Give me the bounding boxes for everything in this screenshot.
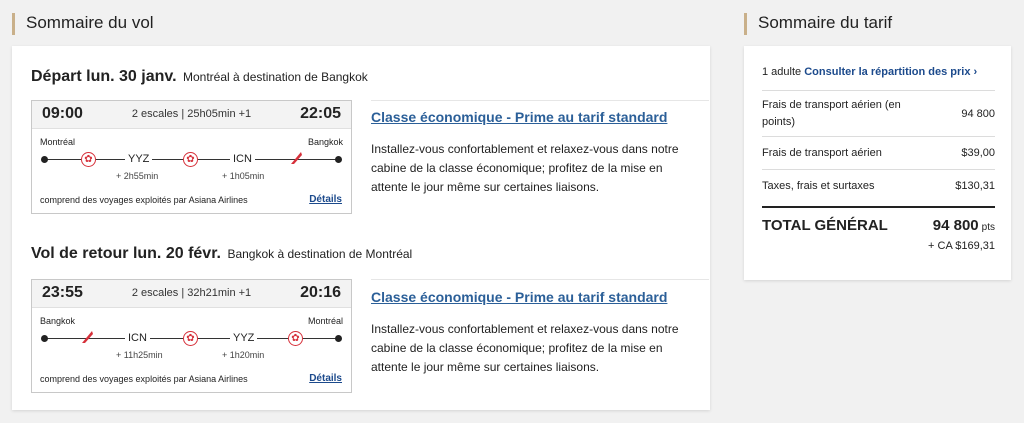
outbound-title: Départ lun. 30 janv. Montréal à destinat… — [31, 68, 368, 86]
stop-code: YYZ — [125, 153, 153, 165]
grand-total-cash: + CA $169,31 — [928, 240, 995, 252]
fare-line-label: Frais de transport aérien (en points) — [762, 99, 901, 128]
outbound-date: Départ lun. 30 janv. — [31, 68, 177, 85]
flight-summary-card: Départ lun. 30 janv. Montréal à destinat… — [12, 46, 710, 410]
return-leg: Vol de retour lun. 20 févr. Bangkok à de… — [31, 226, 711, 410]
passenger-count: 1 adulte — [762, 66, 802, 78]
divider — [762, 90, 995, 91]
fare-line-value: $39,00 — [961, 147, 995, 159]
asiana-tail-icon — [82, 331, 93, 343]
outbound-details-link[interactable]: Détails — [309, 194, 342, 205]
divider — [371, 100, 709, 101]
asiana-tail-icon — [291, 152, 302, 164]
grand-total-points: 94 800 pts — [933, 217, 995, 234]
origin-city: Montréal — [40, 137, 76, 147]
origin-dot — [41, 156, 48, 163]
return-route-track: Bangkok ICN + 11h25min ✿ YYZ + 1h20min ✿… — [32, 310, 351, 362]
price-breakdown-label: Consulter la répartition des prix — [804, 66, 971, 78]
return-title: Vol de retour lun. 20 févr. Bangkok à de… — [31, 245, 412, 263]
grand-total-label: TOTAL GÉNÉRAL — [762, 217, 888, 234]
outbound-route-track: Montréal ✿ YYZ + 2h55min ✿ ICN + 1h05min… — [32, 131, 351, 183]
stop-layover: + 2h55min — [116, 171, 159, 181]
outbound-leg: Départ lun. 30 janv. Montréal à destinat… — [31, 46, 711, 226]
origin-city: Bangkok — [40, 316, 76, 326]
origin-dot — [41, 335, 48, 342]
stop-code: YYZ — [230, 332, 258, 344]
fare-line-label: Frais de transport aérien — [762, 147, 882, 159]
destination-dot — [335, 335, 342, 342]
fare-line-value: $130,31 — [955, 180, 995, 192]
destination-city: Montréal — [307, 316, 343, 326]
operated-by-note: comprend des voyages exploités par Asian… — [40, 374, 248, 384]
stop-code: ICN — [230, 153, 255, 165]
total-points-value: 94 800 — [932, 217, 979, 234]
fare-line-value: 94 800 — [961, 108, 995, 120]
return-details-link[interactable]: Détails — [309, 373, 342, 384]
outbound-itinerary-box: 09:00 2 escales | 25h05min +1 22:05 Mont… — [31, 100, 352, 214]
passenger-row: 1 adulte Consulter la répartition des pr… — [762, 66, 977, 78]
maple-leaf-icon: ✿ — [81, 152, 96, 167]
chevron-right-icon: › — [973, 66, 978, 78]
price-breakdown-link[interactable]: Consulter la répartition des prix › — [804, 66, 977, 78]
total-divider — [762, 206, 995, 208]
operated-by-note: comprend des voyages exploités par Asian… — [40, 195, 248, 205]
return-cabin-description: Installez-vous confortablement et relaxe… — [371, 322, 679, 374]
stop-layover: + 1h20min — [222, 350, 265, 360]
outbound-cabin-description: Installez-vous confortablement et relaxe… — [371, 142, 679, 194]
outbound-arrive-time: 22:05 — [300, 105, 341, 122]
stop-layover: + 11h25min — [116, 350, 163, 360]
divider — [371, 279, 709, 280]
stop-layover: + 1h05min — [222, 171, 265, 181]
destination-city: Bangkok — [307, 137, 343, 147]
destination-dot — [335, 156, 342, 163]
return-date: Vol de retour lun. 20 févr. — [31, 245, 221, 262]
divider — [762, 169, 995, 170]
fare-line-label: Taxes, frais et surtaxes — [762, 180, 875, 192]
fare-summary-card: 1 adulte Consulter la répartition des pr… — [744, 46, 1011, 280]
points-unit: pts — [981, 222, 995, 233]
fare-summary-heading: Sommaire du tarif — [744, 13, 892, 35]
return-arrive-time: 20:16 — [300, 284, 341, 301]
divider — [762, 136, 995, 137]
maple-leaf-icon: ✿ — [288, 331, 303, 346]
return-cabin-link[interactable]: Classe économique - Prime au tarif stand… — [371, 289, 667, 305]
maple-leaf-icon: ✿ — [183, 152, 198, 167]
stop-code: ICN — [125, 332, 150, 344]
outbound-cabin-link[interactable]: Classe économique - Prime au tarif stand… — [371, 109, 667, 125]
outbound-route: Montréal à destination de Bangkok — [182, 70, 368, 84]
return-route: Bangkok à destination de Montréal — [227, 247, 413, 261]
flight-summary-heading: Sommaire du vol — [12, 13, 154, 35]
maple-leaf-icon: ✿ — [183, 331, 198, 346]
fare-line-points: Frais de transport aérien (en points) 94… — [762, 97, 995, 131]
return-itinerary-box: 23:55 2 escales | 32h21min +1 20:16 Bang… — [31, 279, 352, 393]
